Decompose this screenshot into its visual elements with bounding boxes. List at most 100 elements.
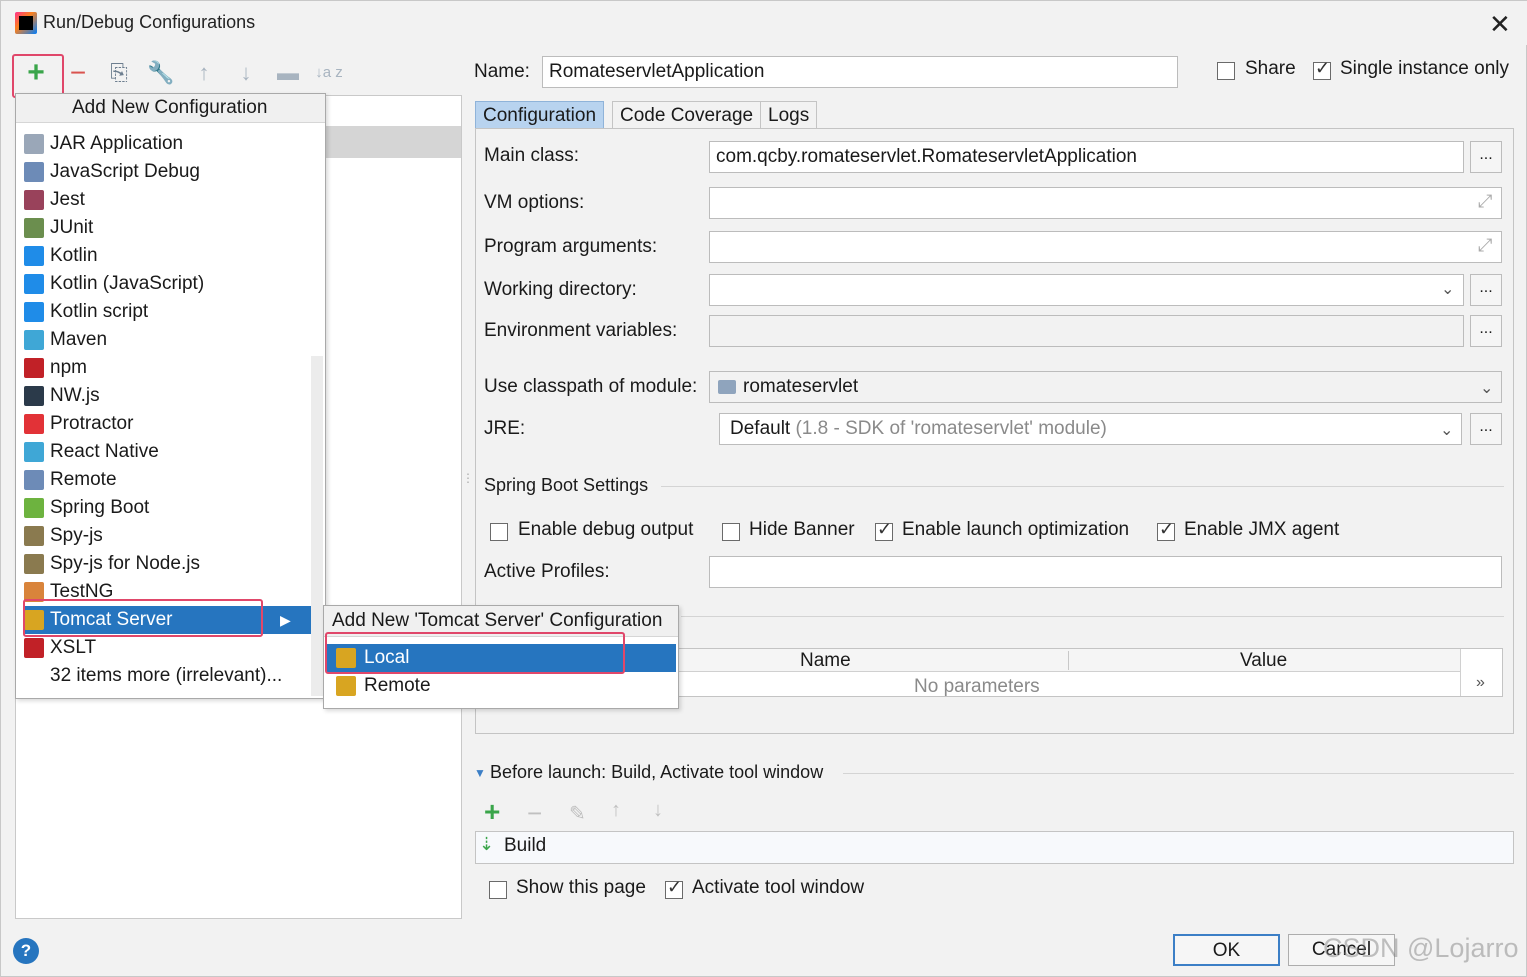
add-task-icon[interactable]: + <box>484 796 500 828</box>
expand-icon[interactable]: ⤢ <box>1478 235 1492 256</box>
configuration-type-icon <box>24 554 44 574</box>
jre-select[interactable]: Default (1.8 - SDK of 'romateservlet' mo… <box>719 413 1462 445</box>
hide-banner-checkbox[interactable] <box>722 523 740 541</box>
working-directory-browse-button[interactable]: ... <box>1470 274 1502 306</box>
popup-item-jar-application[interactable]: JAR Application <box>24 130 304 158</box>
configuration-type-icon <box>24 162 44 182</box>
popup-item-javascript-debug[interactable]: JavaScript Debug <box>24 158 304 186</box>
expand-parameters-icon[interactable]: » <box>1476 674 1485 692</box>
remove-task-icon[interactable]: − <box>527 798 542 829</box>
expand-icon[interactable]: ⤢ <box>1478 191 1492 212</box>
section-divider <box>681 616 1504 617</box>
environment-variables-browse-button[interactable]: ... <box>1470 315 1502 347</box>
environment-variables-label: Environment variables: <box>484 320 678 341</box>
popup-item-32-items-more-irrelevant[interactable]: 32 items more (irrelevant)... <box>24 662 304 690</box>
tab-code-coverage[interactable]: Code Coverage <box>612 101 762 129</box>
popup-item-maven[interactable]: Maven <box>24 326 304 354</box>
configuration-type-icon <box>24 470 44 490</box>
close-icon[interactable]: ✕ <box>1489 9 1511 40</box>
popup-item-jest[interactable]: Jest <box>24 186 304 214</box>
popup-item-label: Spy-js for Node.js <box>50 553 200 574</box>
working-directory-input[interactable] <box>709 274 1464 306</box>
ok-button[interactable]: OK <box>1173 934 1280 966</box>
configuration-type-icon <box>24 330 44 350</box>
popup-item-kotlin-script[interactable]: Kotlin script <box>24 298 304 326</box>
popup-item-kotlin-javascript[interactable]: Kotlin (JavaScript) <box>24 270 304 298</box>
configuration-type-icon <box>24 190 44 210</box>
popup-item-react-native[interactable]: React Native <box>24 438 304 466</box>
share-checkbox[interactable] <box>1217 62 1235 80</box>
name-label: Name: <box>474 61 530 82</box>
show-this-page-label: Show this page <box>516 877 646 898</box>
chevron-down-icon[interactable]: ⌄ <box>1440 416 1453 446</box>
popup-scrollbar[interactable] <box>311 356 323 696</box>
highlight-local <box>325 632 625 674</box>
active-profiles-input[interactable] <box>709 556 1502 588</box>
popup-item-label: JAR Application <box>50 133 184 154</box>
enable-debug-output-checkbox[interactable] <box>490 523 508 541</box>
popup-item-nw-js[interactable]: NW.js <box>24 382 304 410</box>
before-launch-title: Before launch: Build, Activate tool wind… <box>490 762 824 782</box>
classpath-module-value: romateservlet <box>743 376 859 397</box>
main-class-input[interactable]: com.qcby.romateservlet.RomateservletAppl… <box>709 141 1464 173</box>
popup-item-npm[interactable]: npm <box>24 354 304 382</box>
activate-tool-window-checkbox[interactable] <box>665 877 683 899</box>
popup-item-protractor[interactable]: Protractor <box>24 410 304 438</box>
submenu-item-remote[interactable]: Remote <box>326 672 676 700</box>
enable-launch-optimization-checkbox[interactable] <box>875 519 893 541</box>
move-up-icon[interactable]: ↑ <box>190 59 218 87</box>
run-debug-configurations-dialog: Run/Debug Configurations ✕ + − ⎘ 🔧 ↑ ↓ ▬… <box>0 0 1527 977</box>
move-down-icon[interactable]: ↓ <box>232 59 260 87</box>
active-profiles-label: Active Profiles: <box>484 561 610 582</box>
tab-configuration[interactable]: Configuration <box>475 101 605 129</box>
sort-icon[interactable]: ↓a z <box>315 59 343 87</box>
popup-item-remote[interactable]: Remote <box>24 466 304 494</box>
popup-item-spring-boot[interactable]: Spring Boot <box>24 494 304 522</box>
parameters-table[interactable]: Name Value No parameters » <box>589 648 1503 697</box>
splitter-handle[interactable]: ⋮ <box>462 471 474 499</box>
popup-item-junit[interactable]: JUnit <box>24 214 304 242</box>
popup-item-xslt[interactable]: XSLT <box>24 634 304 662</box>
configuration-type-icon <box>24 274 44 294</box>
submenu-title: Add New 'Tomcat Server' Configuration <box>332 610 663 631</box>
vm-options-label: VM options: <box>484 192 585 213</box>
folder-icon[interactable]: ▬ <box>274 59 302 87</box>
enable-jmx-agent-checkbox[interactable] <box>1157 519 1175 541</box>
show-this-page-checkbox[interactable] <box>489 881 507 899</box>
configuration-type-icon <box>24 526 44 546</box>
chevron-down-icon[interactable]: ⌄ <box>1441 279 1454 299</box>
help-icon[interactable]: ? <box>13 938 39 964</box>
before-launch-list[interactable]: ⇣ Build <box>475 831 1514 864</box>
edit-defaults-icon[interactable]: 🔧 <box>147 59 175 87</box>
copy-configuration-icon[interactable]: ⎘ <box>105 59 133 87</box>
move-task-down-icon[interactable]: ↓ <box>653 799 663 822</box>
intellij-logo-icon <box>15 12 37 34</box>
popup-item-label: 32 items more (irrelevant)... <box>50 665 283 686</box>
section-divider <box>843 773 1514 774</box>
popup-item-kotlin[interactable]: Kotlin <box>24 242 304 270</box>
environment-variables-input[interactable] <box>709 315 1464 347</box>
name-input[interactable]: RomateservletApplication <box>542 56 1178 88</box>
popup-item-label: npm <box>50 357 87 378</box>
edit-task-icon[interactable]: ✎ <box>569 801 586 826</box>
tree-selected-row[interactable] <box>326 126 461 158</box>
popup-item-label: Kotlin script <box>50 301 149 322</box>
remove-configuration-icon[interactable]: − <box>64 59 92 87</box>
tab-logs[interactable]: Logs <box>760 101 818 129</box>
popup-item-spy-js-for-node-js[interactable]: Spy-js for Node.js <box>24 550 304 578</box>
popup-item-spy-js[interactable]: Spy-js <box>24 522 304 550</box>
program-arguments-input[interactable] <box>709 231 1502 263</box>
main-class-browse-button[interactable]: ... <box>1470 141 1502 173</box>
configuration-type-icon <box>24 638 44 658</box>
collapse-triangle-icon[interactable]: ▼ <box>474 766 486 780</box>
configuration-type-icon <box>24 386 44 406</box>
move-task-up-icon[interactable]: ↑ <box>611 799 621 822</box>
popup-item-label: JUnit <box>50 217 94 238</box>
jre-browse-button[interactable]: ... <box>1470 413 1502 445</box>
column-divider <box>1460 649 1461 696</box>
vm-options-input[interactable] <box>709 187 1502 219</box>
activate-tool-window-label: Activate tool window <box>692 877 865 898</box>
single-instance-checkbox[interactable] <box>1313 58 1331 80</box>
classpath-module-select[interactable]: romateservlet ⌄ <box>709 371 1502 403</box>
chevron-down-icon[interactable]: ⌄ <box>1480 374 1493 404</box>
